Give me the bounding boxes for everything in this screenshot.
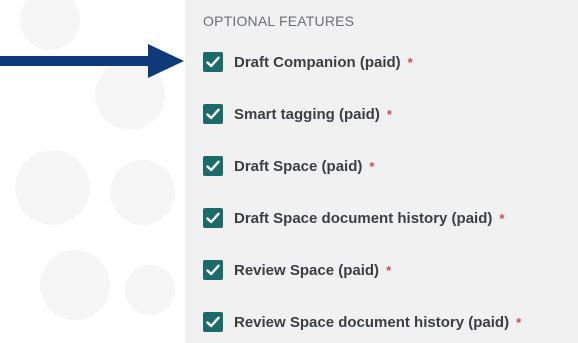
check-icon [206,108,220,120]
background-dot [125,265,175,315]
feature-label: Draft Companion (paid) [234,53,401,71]
required-marker: * [369,158,375,174]
checkbox-review-space[interactable] [203,260,223,280]
feature-smart-tagging[interactable]: Smart tagging (paid) * [203,103,392,125]
background-dot [15,150,90,225]
required-marker: * [516,314,522,330]
feature-label: Draft Space document history (paid) [234,209,493,227]
screenshot-canvas: OPTIONAL FEATURES Draft Companion (paid)… [0,0,578,343]
section-title: OPTIONAL FEATURES [203,13,355,29]
checkbox-smart-tagging[interactable] [203,104,223,124]
feature-label: Review Space document history (paid) [234,313,510,331]
feature-draft-companion[interactable]: Draft Companion (paid) * [203,51,413,73]
feature-review-space[interactable]: Review Space (paid) * [203,259,391,281]
check-icon [206,56,220,68]
feature-label: Review Space (paid) [234,261,380,279]
checkbox-draft-space-document-history[interactable] [203,208,223,228]
checkbox-draft-companion[interactable] [203,52,223,72]
background-dot [110,160,175,225]
checkbox-draft-space[interactable] [203,156,223,176]
required-marker: * [386,262,392,278]
feature-draft-space[interactable]: Draft Space (paid) * [203,155,374,177]
check-icon [206,212,220,224]
feature-label: Draft Space (paid) [234,157,363,175]
background-dot [20,0,80,50]
check-icon [206,160,220,172]
required-marker: * [499,210,505,226]
required-marker: * [386,106,392,122]
check-icon [206,264,220,276]
feature-draft-space-document-history[interactable]: Draft Space document history (paid) * [203,207,504,229]
arrow-right-icon [0,44,184,78]
feature-label: Smart tagging (paid) [234,105,380,123]
required-marker: * [407,54,413,70]
background-dot [40,250,110,320]
check-icon [206,316,220,328]
feature-review-space-document-history[interactable]: Review Space document history (paid) * [203,311,521,333]
checkbox-review-space-document-history[interactable] [203,312,223,332]
